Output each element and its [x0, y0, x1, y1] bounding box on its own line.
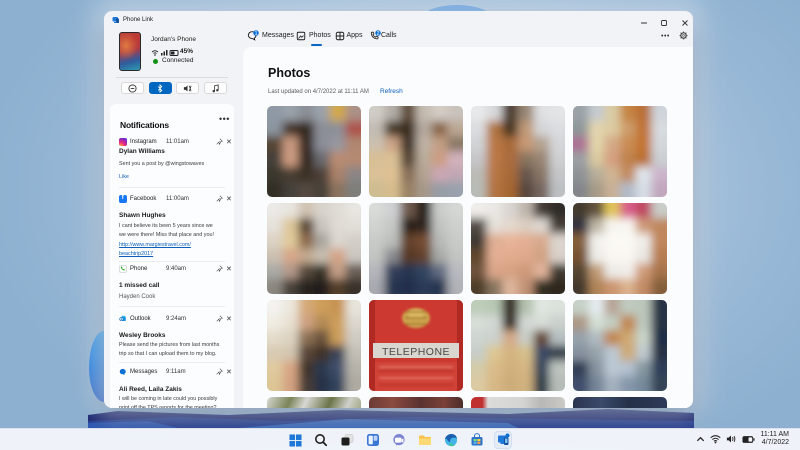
svg-text:1: 1 [255, 31, 258, 37]
svg-text:2: 2 [377, 31, 380, 37]
svg-text:TELEPHONE: TELEPHONE [382, 346, 450, 358]
